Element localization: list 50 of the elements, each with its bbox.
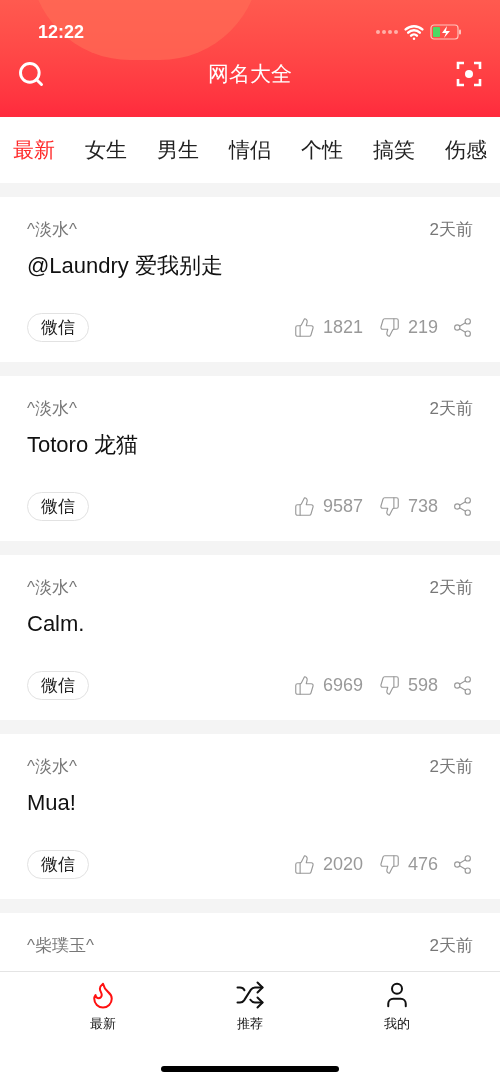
nickname-text: Totoro 龙猫 bbox=[27, 430, 140, 459]
dislike-icon[interactable] bbox=[378, 495, 400, 517]
like-icon[interactable] bbox=[293, 495, 315, 517]
tab-bar-item[interactable]: 我的 bbox=[356, 980, 437, 1034]
nickname-text: Calm. bbox=[27, 609, 86, 638]
dislike-count: 598 bbox=[407, 673, 438, 697]
author-name: ^淡水^ bbox=[27, 219, 77, 241]
like-icon[interactable] bbox=[293, 316, 315, 338]
post-time: 2天前 bbox=[429, 935, 473, 957]
signal-icon bbox=[376, 30, 398, 34]
like-icon[interactable] bbox=[293, 674, 315, 696]
share-icon[interactable] bbox=[452, 853, 473, 875]
status-time: 12:22 bbox=[38, 20, 85, 44]
author-name: ^淡水^ bbox=[27, 398, 77, 420]
shuffle-icon bbox=[235, 980, 265, 1010]
like-count: 6969 bbox=[322, 673, 363, 697]
category-tab[interactable]: 女生 bbox=[85, 134, 127, 166]
share-icon[interactable] bbox=[452, 316, 473, 338]
nickname-text: @Laundry 爱我别走 bbox=[27, 251, 224, 280]
share-icon[interactable] bbox=[452, 495, 473, 517]
like-count: 1821 bbox=[322, 315, 363, 339]
share-icon[interactable] bbox=[452, 674, 473, 696]
category-tab[interactable]: 伤感 bbox=[445, 134, 487, 166]
like-icon[interactable] bbox=[293, 853, 315, 875]
wifi-icon bbox=[404, 22, 424, 42]
dislike-icon[interactable] bbox=[378, 316, 400, 338]
post-time: 2天前 bbox=[429, 577, 473, 599]
post-time: 2天前 bbox=[429, 398, 473, 420]
category-tab[interactable]: 男生 bbox=[157, 134, 199, 166]
tab-bar-item[interactable]: 推荐 bbox=[210, 980, 290, 1034]
category-tab[interactable]: 个性 bbox=[301, 134, 343, 166]
author-name: ^淡水^ bbox=[27, 577, 77, 599]
post-time: 2天前 bbox=[429, 219, 473, 241]
dislike-icon[interactable] bbox=[378, 853, 400, 875]
tab-bar-item[interactable]: 最新 bbox=[63, 980, 144, 1034]
like-count: 2020 bbox=[322, 852, 363, 876]
category-tab[interactable]: 情侣 bbox=[229, 134, 271, 166]
dislike-count: 738 bbox=[407, 494, 438, 518]
category-tab[interactable]: 最新 bbox=[13, 134, 55, 166]
dislike-count: 219 bbox=[407, 315, 438, 339]
category-tab[interactable]: 搞笑 bbox=[373, 134, 415, 166]
battery-icon bbox=[430, 24, 462, 40]
post-time: 2天前 bbox=[429, 756, 473, 778]
author-name: ^淡水^ bbox=[27, 756, 77, 778]
app-title: 网名大全 bbox=[208, 61, 292, 87]
nickname-text: Mua! bbox=[27, 788, 77, 817]
dislike-count: 476 bbox=[407, 852, 438, 876]
like-count: 9587 bbox=[322, 494, 363, 518]
dislike-icon[interactable] bbox=[378, 674, 400, 696]
author-name: ^柴璞玉^ bbox=[27, 935, 94, 957]
